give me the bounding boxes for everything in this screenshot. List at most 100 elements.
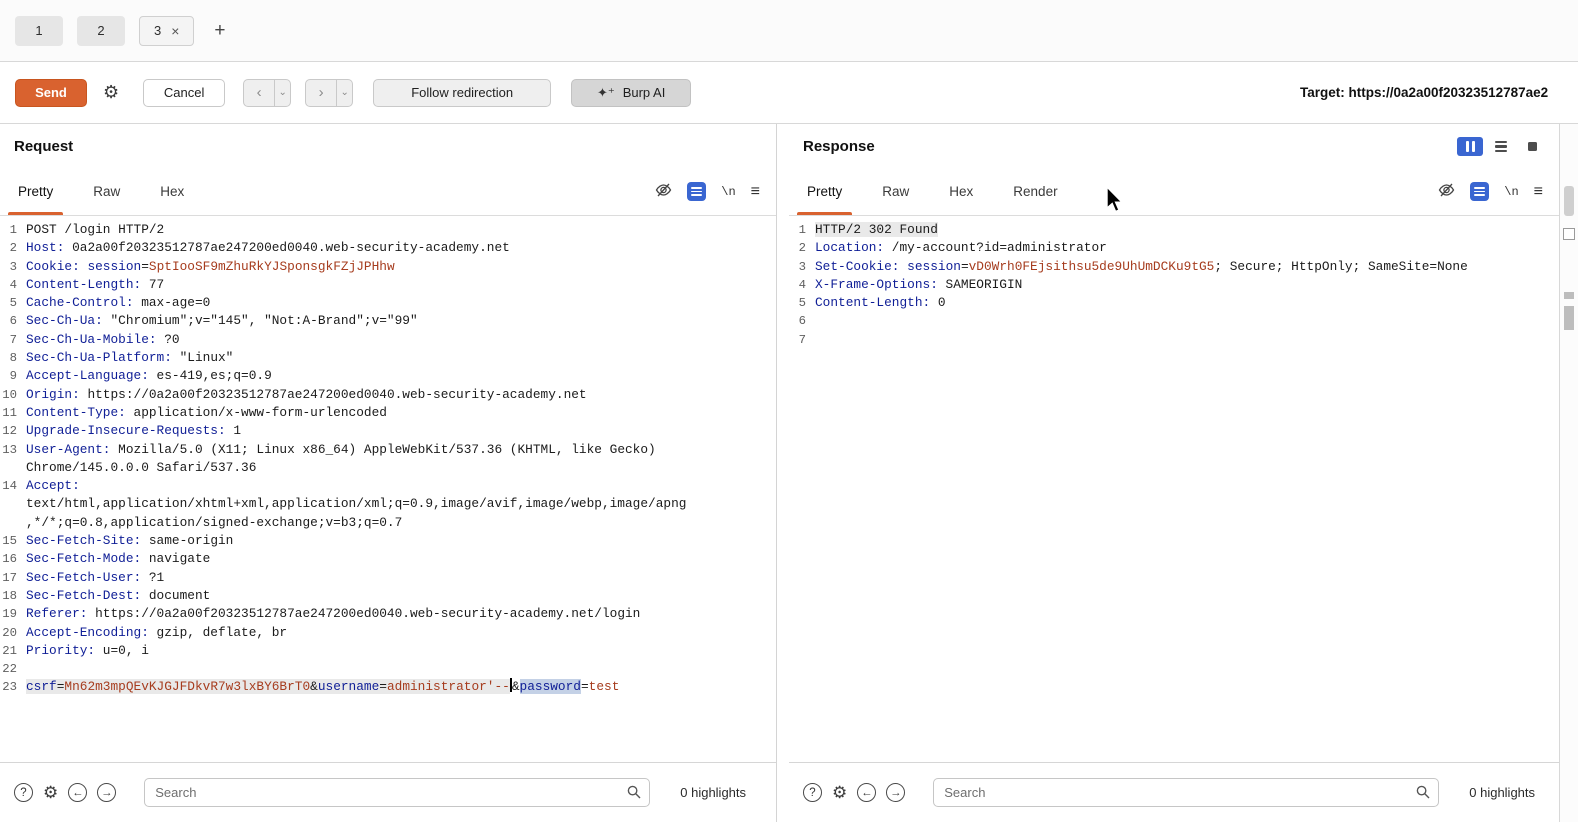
search-settings-icon[interactable]: ⚙ bbox=[43, 783, 58, 803]
response-tab-pretty[interactable]: Pretty bbox=[807, 168, 842, 215]
search-settings-icon[interactable]: ⚙ bbox=[832, 783, 847, 803]
code-segment: Sec-Fetch-Site: bbox=[26, 533, 141, 548]
search-prev-icon[interactable]: ← bbox=[857, 783, 876, 802]
code-line[interactable]: 6 bbox=[789, 312, 1559, 330]
code-line[interactable]: 1POST /login HTTP/2 bbox=[0, 221, 776, 239]
code-line[interactable]: 4Content-Length: 77 bbox=[0, 276, 776, 294]
code-segment: = bbox=[961, 259, 969, 274]
code-line[interactable]: Chrome/145.0.0.0 Safari/537.36 bbox=[0, 459, 776, 477]
response-tab-hex[interactable]: Hex bbox=[949, 168, 973, 215]
code-segment: test bbox=[589, 679, 620, 694]
request-tab-hex[interactable]: Hex bbox=[160, 168, 184, 215]
code-segment: ,*/*;q=0.8,application/signed-exchange;v… bbox=[26, 515, 402, 530]
code-segment: session bbox=[907, 259, 961, 274]
editor-menu-icon[interactable]: ≡ bbox=[751, 183, 760, 201]
code-line[interactable]: 11Content-Type: application/x-www-form-u… bbox=[0, 404, 776, 422]
response-search-input[interactable] bbox=[933, 778, 1439, 807]
code-line[interactable]: 15Sec-Fetch-Site: same-origin bbox=[0, 532, 776, 550]
close-tab-icon[interactable]: × bbox=[171, 24, 179, 38]
code-line[interactable]: text/html,application/xhtml+xml,applicat… bbox=[0, 495, 776, 513]
code-line[interactable]: 9Accept-Language: es-419,es;q=0.9 bbox=[0, 367, 776, 385]
code-line[interactable]: 1HTTP/2 302 Found bbox=[789, 221, 1559, 239]
code-line[interactable]: 10Origin: https://0a2a00f20323512787ae24… bbox=[0, 386, 776, 404]
gear-icon[interactable]: ⚙ bbox=[103, 82, 119, 103]
request-editor[interactable]: 1POST /login HTTP/22Host: 0a2a00f2032351… bbox=[0, 216, 776, 762]
editor-menu-icon[interactable]: ≡ bbox=[1534, 183, 1543, 201]
code-line[interactable]: 21Priority: u=0, i bbox=[0, 642, 776, 660]
code-line[interactable]: 16Sec-Fetch-Mode: navigate bbox=[0, 550, 776, 568]
code-line[interactable]: 23csrf=Mn62m3mpQEvKJGJFDkvR7w3lxBY6BrT0&… bbox=[0, 678, 776, 696]
code-line[interactable]: 7Sec-Ch-Ua-Mobile: ?0 bbox=[0, 331, 776, 349]
code-line[interactable]: 7 bbox=[789, 331, 1559, 349]
code-line[interactable]: 18Sec-Fetch-Dest: document bbox=[0, 587, 776, 605]
scrollbar-thumb[interactable] bbox=[1564, 186, 1574, 216]
search-icon bbox=[1416, 785, 1430, 802]
repeater-tab-3[interactable]: 3 × bbox=[139, 16, 194, 46]
line-number: 17 bbox=[0, 569, 26, 587]
code-segment: Origin: bbox=[26, 387, 80, 402]
code-line[interactable]: 8Sec-Ch-Ua-Platform: "Linux" bbox=[0, 349, 776, 367]
request-tab-pretty[interactable]: Pretty bbox=[18, 168, 53, 215]
show-newlines-icon[interactable]: \n bbox=[721, 185, 735, 199]
burp-ai-button[interactable]: ✦⁺ Burp AI bbox=[571, 79, 691, 107]
code-line[interactable]: 6Sec-Ch-Ua: "Chromium";v="145", "Not:A-B… bbox=[0, 312, 776, 330]
send-button[interactable]: Send bbox=[15, 79, 87, 107]
new-tab-button[interactable]: + bbox=[208, 20, 231, 42]
code-line[interactable]: 2Location: /my-account?id=administrator bbox=[789, 239, 1559, 257]
response-panel: Response Pretty Raw Hex Render \n ≡ 1HTT… bbox=[789, 124, 1559, 822]
history-forward-button[interactable]: › bbox=[305, 79, 337, 107]
code-segment: = bbox=[581, 679, 589, 694]
history-forward-dropdown[interactable]: ⌄ bbox=[337, 79, 353, 107]
request-tab-raw[interactable]: Raw bbox=[93, 168, 120, 215]
code-segment: gzip, deflate, br bbox=[149, 625, 287, 640]
repeater-tab-2[interactable]: 2 bbox=[77, 16, 125, 46]
follow-redirection-button[interactable]: Follow redirection bbox=[373, 79, 551, 107]
code-line[interactable]: 2Host: 0a2a00f20323512787ae247200ed0040.… bbox=[0, 239, 776, 257]
code-line[interactable]: 3Set-Cookie: session=vD0Wrh0FEjsithsu5de… bbox=[789, 258, 1559, 276]
cancel-button[interactable]: Cancel bbox=[143, 79, 225, 107]
code-line[interactable]: 14Accept: bbox=[0, 477, 776, 495]
repeater-tab-1[interactable]: 1 bbox=[15, 16, 63, 46]
layout-columns-button[interactable] bbox=[1457, 137, 1483, 156]
show-newlines-icon[interactable]: \n bbox=[1504, 185, 1518, 199]
pretty-print-toggle-icon[interactable] bbox=[687, 182, 706, 201]
line-number: 2 bbox=[789, 239, 815, 257]
search-next-icon[interactable]: → bbox=[97, 783, 116, 802]
tab-label: 1 bbox=[35, 23, 42, 38]
code-segment: 1 bbox=[226, 423, 241, 438]
eye-off-icon[interactable] bbox=[1438, 182, 1455, 201]
layout-single-button[interactable] bbox=[1519, 137, 1545, 156]
help-icon[interactable]: ? bbox=[803, 783, 822, 802]
code-line[interactable]: 22 bbox=[0, 660, 776, 678]
response-tab-render[interactable]: Render bbox=[1013, 168, 1057, 215]
help-icon[interactable]: ? bbox=[14, 783, 33, 802]
code-segment: & bbox=[512, 679, 520, 694]
code-line[interactable]: 3Cookie: session=SptIooSF9mZhuRkYJSponsg… bbox=[0, 258, 776, 276]
code-segment: Content-Length: bbox=[26, 277, 141, 292]
search-next-icon[interactable]: → bbox=[886, 783, 905, 802]
code-line[interactable]: ,*/*;q=0.8,application/signed-exchange;v… bbox=[0, 514, 776, 532]
code-line[interactable]: 12Upgrade-Insecure-Requests: 1 bbox=[0, 422, 776, 440]
repeater-toolbar: Send ⚙ Cancel ‹ ⌄ › ⌄ Follow redirection… bbox=[0, 62, 1578, 124]
eye-off-icon[interactable] bbox=[655, 182, 672, 201]
request-title: Request bbox=[14, 138, 73, 155]
history-back-button[interactable]: ‹ bbox=[243, 79, 275, 107]
code-segment: Accept-Language: bbox=[26, 368, 149, 383]
response-tab-raw[interactable]: Raw bbox=[882, 168, 909, 215]
code-segment: Mozilla/5.0 (X11; Linux x86_64) AppleWeb… bbox=[110, 442, 655, 457]
layout-rows-button[interactable] bbox=[1488, 137, 1514, 156]
code-line[interactable]: 17Sec-Fetch-User: ?1 bbox=[0, 569, 776, 587]
history-back-dropdown[interactable]: ⌄ bbox=[275, 79, 291, 107]
line-number: 11 bbox=[0, 404, 26, 422]
code-line[interactable]: 20Accept-Encoding: gzip, deflate, br bbox=[0, 624, 776, 642]
search-prev-icon[interactable]: ← bbox=[68, 783, 87, 802]
code-line[interactable]: 4X-Frame-Options: SAMEORIGIN bbox=[789, 276, 1559, 294]
pretty-print-toggle-icon[interactable] bbox=[1470, 182, 1489, 201]
code-line[interactable]: 5Content-Length: 0 bbox=[789, 294, 1559, 312]
code-line[interactable]: 13User-Agent: Mozilla/5.0 (X11; Linux x8… bbox=[0, 441, 776, 459]
response-editor[interactable]: 1HTTP/2 302 Found2Location: /my-account?… bbox=[789, 216, 1559, 762]
request-search-input[interactable] bbox=[144, 778, 650, 807]
code-line[interactable]: 5Cache-Control: max-age=0 bbox=[0, 294, 776, 312]
response-scrollbar[interactable] bbox=[1559, 124, 1578, 822]
code-line[interactable]: 19Referer: https://0a2a00f20323512787ae2… bbox=[0, 605, 776, 623]
